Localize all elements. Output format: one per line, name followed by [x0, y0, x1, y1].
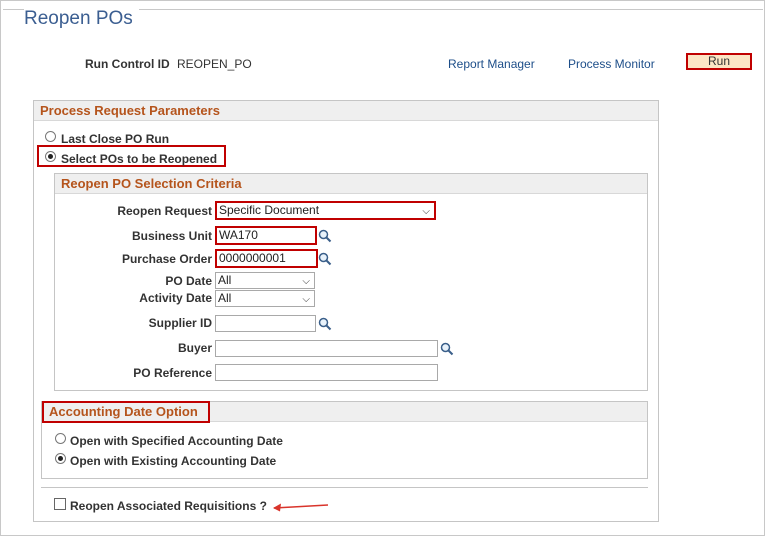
run-button[interactable]: Run	[686, 53, 752, 70]
chevron-down-icon: ⌵	[302, 294, 310, 305]
reopen-request-value: Specific Document	[219, 203, 320, 217]
select-pos-radio[interactable]	[45, 151, 56, 162]
reopen-request-label: Reopen Request	[117, 204, 212, 218]
supplier-id-search-icon[interactable]	[318, 317, 332, 331]
purchase-order-input[interactable]: 0000000001	[215, 249, 318, 268]
run-control-id-value: REOPEN_PO	[177, 57, 252, 71]
activity-date-select[interactable]: All ⌵	[215, 290, 315, 307]
process-monitor-link[interactable]: Process Monitor	[568, 57, 655, 71]
business-unit-label: Business Unit	[131, 229, 212, 243]
page-title: Reopen POs	[24, 8, 139, 30]
section-divider	[41, 487, 648, 488]
chevron-down-icon: ⌵	[422, 206, 430, 217]
supplier-id-input[interactable]	[215, 315, 316, 332]
activity-date-label: Activity Date	[139, 291, 212, 305]
po-date-select[interactable]: All ⌵	[215, 272, 315, 289]
buyer-input[interactable]	[215, 340, 438, 357]
specified-accounting-date-radio[interactable]	[55, 433, 66, 444]
reopen-requisitions-label: Reopen Associated Requisitions ?	[70, 499, 267, 513]
run-control-id-label: Run Control ID	[85, 57, 170, 71]
process-request-header: Process Request Parameters	[34, 101, 658, 121]
last-close-po-run-radio[interactable]	[45, 131, 56, 142]
purchase-order-search-icon[interactable]	[318, 252, 332, 266]
activity-date-value: All	[218, 291, 232, 305]
business-unit-search-icon[interactable]	[318, 229, 332, 243]
last-close-po-run-label: Last Close PO Run	[61, 132, 170, 146]
po-date-value: All	[218, 273, 232, 287]
purchase-order-label: Purchase Order	[121, 252, 212, 266]
selection-criteria-header: Reopen PO Selection Criteria	[55, 174, 647, 194]
report-manager-link[interactable]: Report Manager	[448, 57, 535, 71]
po-date-label: PO Date	[165, 274, 212, 288]
buyer-label: Buyer	[177, 341, 212, 355]
po-reference-input[interactable]	[215, 364, 438, 381]
existing-accounting-date-label: Open with Existing Accounting Date	[70, 454, 277, 468]
business-unit-input[interactable]: WA170	[215, 226, 317, 245]
chevron-down-icon: ⌵	[302, 276, 310, 287]
specified-accounting-date-label: Open with Specified Accounting Date	[70, 434, 283, 448]
reopen-request-select[interactable]: Specific Document ⌵	[215, 201, 436, 220]
buyer-search-icon[interactable]	[440, 342, 454, 356]
accounting-date-header: Accounting Date Option	[49, 404, 198, 419]
supplier-id-label: Supplier ID	[148, 316, 212, 330]
po-reference-label: PO Reference	[133, 366, 212, 380]
reopen-requisitions-checkbox[interactable]	[54, 498, 66, 510]
select-pos-label: Select POs to be Reopened	[61, 152, 218, 166]
arrow-left-icon	[273, 503, 329, 512]
existing-accounting-date-radio[interactable]	[55, 453, 66, 464]
